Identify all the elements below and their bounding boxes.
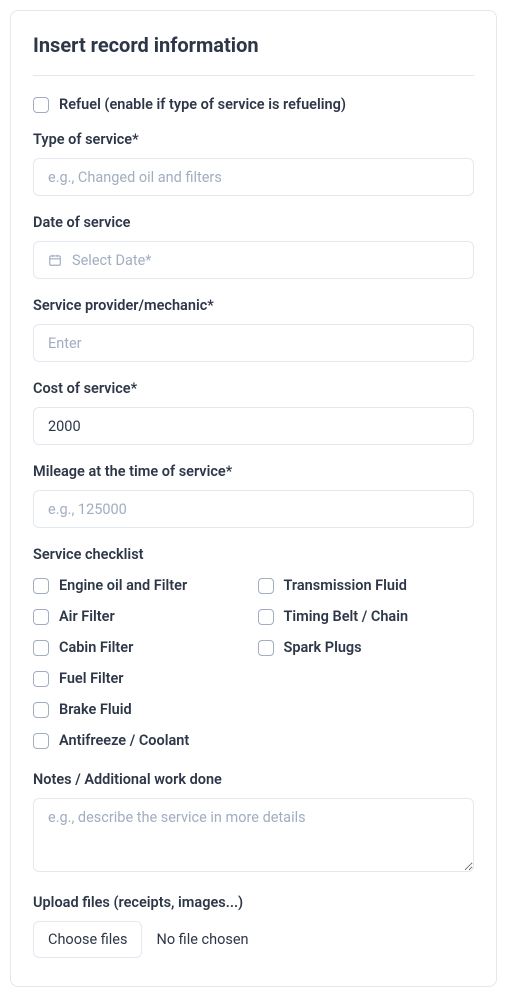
check-label: Antifreeze / Coolant: [59, 732, 189, 749]
choose-files-button[interactable]: Choose files: [33, 921, 142, 958]
checklist-label: Service checklist: [33, 546, 474, 563]
cost-input[interactable]: [33, 407, 474, 445]
checkbox-antifreeze[interactable]: [33, 733, 49, 749]
check-item-engine-oil: Engine oil and Filter: [33, 577, 250, 594]
file-status: No file chosen: [142, 921, 262, 958]
refuel-row: Refuel (enable if type of service is ref…: [33, 96, 474, 113]
check-item-fuel-filter: Fuel Filter: [33, 670, 250, 687]
type-of-service-label: Type of service*: [33, 131, 474, 148]
check-item-brake-fluid: Brake Fluid: [33, 701, 250, 718]
check-label: Brake Fluid: [59, 701, 132, 718]
check-label: Fuel Filter: [59, 670, 123, 687]
service-provider-input[interactable]: [33, 324, 474, 362]
field-notes: Notes / Additional work done: [33, 771, 474, 876]
check-label: Air Filter: [59, 608, 115, 625]
refuel-checkbox[interactable]: [33, 97, 49, 113]
check-label: Cabin Filter: [59, 639, 133, 656]
mileage-label: Mileage at the time of service*: [33, 463, 474, 480]
notes-textarea[interactable]: [33, 798, 474, 872]
checkbox-brake-fluid[interactable]: [33, 702, 49, 718]
field-date-of-service: Date of service Select Date*: [33, 214, 474, 279]
upload-label: Upload files (receipts, images...): [33, 894, 474, 911]
check-label: Timing Belt / Chain: [284, 608, 409, 625]
type-of-service-input[interactable]: [33, 158, 474, 196]
check-item-spark-plugs: Spark Plugs: [258, 639, 475, 656]
check-item-cabin-filter: Cabin Filter: [33, 639, 250, 656]
checkbox-fuel-filter[interactable]: [33, 671, 49, 687]
checklist-grid: Engine oil and Filter Air Filter Cabin F…: [33, 577, 474, 749]
check-item-antifreeze: Antifreeze / Coolant: [33, 732, 250, 749]
check-item-transmission: Transmission Fluid: [258, 577, 475, 594]
calendar-icon: [48, 253, 62, 267]
service-provider-label: Service provider/mechanic*: [33, 297, 474, 314]
check-label: Engine oil and Filter: [59, 577, 187, 594]
checkbox-cabin-filter[interactable]: [33, 640, 49, 656]
cost-label: Cost of service*: [33, 380, 474, 397]
checklist-section: Service checklist Engine oil and Filter …: [33, 546, 474, 749]
check-item-timing-belt: Timing Belt / Chain: [258, 608, 475, 625]
checkbox-spark-plugs[interactable]: [258, 640, 274, 656]
form-title: Insert record information: [33, 33, 474, 57]
date-of-service-label: Date of service: [33, 214, 474, 231]
refuel-label: Refuel (enable if type of service is ref…: [59, 96, 346, 113]
date-placeholder: Select Date*: [72, 252, 152, 269]
notes-label: Notes / Additional work done: [33, 771, 474, 788]
checkbox-timing-belt[interactable]: [258, 609, 274, 625]
check-item-air-filter: Air Filter: [33, 608, 250, 625]
checkbox-engine-oil[interactable]: [33, 578, 49, 594]
checkbox-transmission[interactable]: [258, 578, 274, 594]
field-cost: Cost of service*: [33, 380, 474, 445]
divider: [33, 75, 474, 76]
mileage-input[interactable]: [33, 490, 474, 528]
field-type-of-service: Type of service*: [33, 131, 474, 196]
field-mileage: Mileage at the time of service*: [33, 463, 474, 528]
form-card: Insert record information Refuel (enable…: [10, 10, 497, 987]
check-label: Spark Plugs: [284, 639, 362, 656]
date-of-service-input[interactable]: Select Date*: [33, 241, 474, 279]
field-service-provider: Service provider/mechanic*: [33, 297, 474, 362]
checkbox-air-filter[interactable]: [33, 609, 49, 625]
check-label: Transmission Fluid: [284, 577, 407, 594]
file-row: Choose files No file chosen: [33, 921, 474, 958]
field-upload: Upload files (receipts, images...) Choos…: [33, 894, 474, 958]
